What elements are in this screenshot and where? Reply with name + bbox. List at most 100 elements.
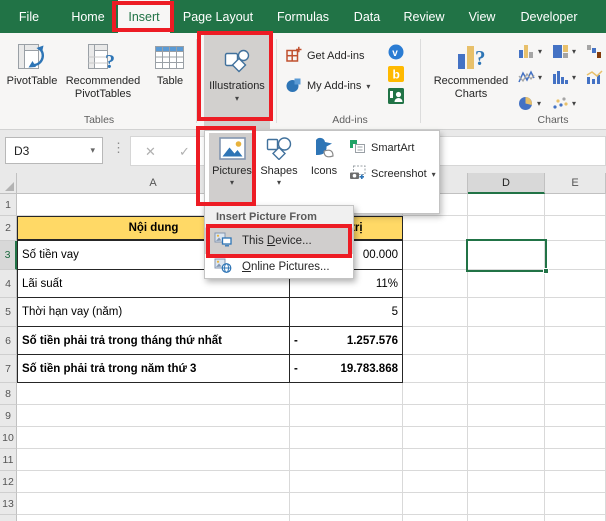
cell-A14[interactable]: [17, 515, 290, 521]
cell-A6[interactable]: Số tiền phải trả trong tháng thứ nhất: [17, 327, 290, 355]
cell-A7[interactable]: Số tiền phải trả trong năm thứ 3: [17, 355, 290, 383]
cell-E14[interactable]: [545, 515, 606, 521]
menu-item-this-device[interactable]: This Device...: [205, 228, 353, 254]
cell-C4[interactable]: [403, 270, 468, 298]
cell-B7[interactable]: -19.783.868: [290, 355, 403, 383]
cell-E8[interactable]: [545, 383, 606, 405]
cell-D11[interactable]: [468, 449, 545, 471]
cell-D13[interactable]: [468, 493, 545, 515]
visio-addin-icon[interactable]: v: [388, 44, 404, 60]
cell-E9[interactable]: [545, 405, 606, 427]
cell-C13[interactable]: [403, 493, 468, 515]
column-header-D[interactable]: D: [468, 173, 545, 194]
cell-A5[interactable]: Thời hạn vay (năm): [17, 298, 290, 327]
ribbon-tab-formulas[interactable]: Formulas: [266, 0, 340, 33]
ribbon-tab-page-layout[interactable]: Page Layout: [170, 0, 266, 33]
get-addins-button[interactable]: Get Add-ins: [285, 46, 364, 66]
row-header-2[interactable]: 2: [0, 216, 17, 241]
ribbon-tab-insert[interactable]: Insert: [118, 0, 170, 33]
cell-D7[interactable]: [468, 355, 545, 383]
cell-E7[interactable]: [545, 355, 606, 383]
cell-E3[interactable]: [545, 241, 606, 270]
cell-A13[interactable]: [17, 493, 290, 515]
row-header-4[interactable]: 4: [0, 270, 17, 298]
row-header-11[interactable]: 11: [0, 449, 17, 471]
row-header-12[interactable]: 12: [0, 471, 17, 493]
row-header-1[interactable]: 1: [0, 194, 17, 216]
recommended-pivottables-button[interactable]: ? Recommended PivotTables: [58, 40, 148, 100]
insert-column-chart-button[interactable]: ▾: [518, 44, 542, 59]
cell-B5[interactable]: 5: [290, 298, 403, 327]
insert-line-chart-button[interactable]: ▾: [518, 70, 542, 85]
cell-E6[interactable]: [545, 327, 606, 355]
insert-hierarchy-chart-button[interactable]: ▾: [552, 44, 576, 59]
ribbon-tab-data[interactable]: Data: [340, 0, 394, 33]
name-box[interactable]: D3 ▾: [5, 137, 103, 164]
pictures-menu-button[interactable]: Pictures ▾: [209, 133, 255, 211]
cell-C8[interactable]: [403, 383, 468, 405]
enter-icon[interactable]: ✓: [179, 144, 190, 160]
cell-D5[interactable]: [468, 298, 545, 327]
cell-C7[interactable]: [403, 355, 468, 383]
cell-B10[interactable]: [290, 427, 403, 449]
cell-A10[interactable]: [17, 427, 290, 449]
cell-B6[interactable]: -1.257.576: [290, 327, 403, 355]
cell-E11[interactable]: [545, 449, 606, 471]
fill-handle[interactable]: [543, 268, 549, 274]
insert-combo-chart-button[interactable]: ▾: [586, 70, 606, 85]
insert-histogram-chart-button[interactable]: ▾: [552, 70, 576, 85]
people-graph-addin-icon[interactable]: [388, 88, 404, 104]
cell-E1[interactable]: [545, 194, 606, 216]
cell-D4[interactable]: [468, 270, 545, 298]
cell-B11[interactable]: [290, 449, 403, 471]
cell-E12[interactable]: [545, 471, 606, 493]
icons-menu-button[interactable]: Icons: [303, 133, 345, 211]
cancel-icon[interactable]: ✕: [145, 144, 156, 160]
cell-E13[interactable]: [545, 493, 606, 515]
recommended-charts-button[interactable]: ? Recommended Charts: [428, 40, 514, 100]
cell-C12[interactable]: [403, 471, 468, 493]
cell-D9[interactable]: [468, 405, 545, 427]
ribbon-tab-home[interactable]: Home: [58, 0, 118, 33]
cell-A11[interactable]: [17, 449, 290, 471]
cell-D14[interactable]: [468, 515, 545, 521]
ribbon-tab-view[interactable]: View: [454, 0, 510, 33]
row-header-10[interactable]: 10: [0, 427, 17, 449]
row-header-9[interactable]: 9: [0, 405, 17, 427]
illustrations-button[interactable]: Illustrations ▾: [204, 35, 270, 130]
cell-D8[interactable]: [468, 383, 545, 405]
pivottable-button[interactable]: PivotTable: [6, 40, 58, 88]
cell-B12[interactable]: [290, 471, 403, 493]
ribbon-tab-help[interactable]: Help: [588, 0, 606, 33]
cell-E4[interactable]: [545, 270, 606, 298]
ribbon-tab-review[interactable]: Review: [394, 0, 454, 33]
row-header-5[interactable]: 5: [0, 298, 17, 327]
cell-D10[interactable]: [468, 427, 545, 449]
menu-item-online-pictures[interactable]: Online Pictures...: [205, 254, 353, 280]
table-button[interactable]: Table: [148, 40, 192, 88]
my-addins-button[interactable]: My Add-ins ▾: [285, 76, 370, 96]
column-header-E[interactable]: E: [545, 173, 606, 194]
row-header-7[interactable]: 7: [0, 355, 17, 383]
screenshot-menu-button[interactable]: Screenshot ▾: [349, 165, 436, 183]
shapes-menu-button[interactable]: Shapes ▾: [257, 133, 301, 211]
ribbon-tab-developer[interactable]: Developer: [510, 0, 588, 33]
cell-D6[interactable]: [468, 327, 545, 355]
row-header-8[interactable]: 8: [0, 383, 17, 405]
cell-C14[interactable]: [403, 515, 468, 521]
cell-C10[interactable]: [403, 427, 468, 449]
smartart-menu-button[interactable]: SmartArt: [349, 139, 414, 157]
select-all-corner[interactable]: [0, 173, 17, 194]
cell-B14[interactable]: [290, 515, 403, 521]
insert-scatter-chart-button[interactable]: ▾: [552, 96, 576, 111]
cell-C2[interactable]: [403, 216, 468, 241]
row-header-3[interactable]: 3: [0, 241, 17, 270]
cell-C5[interactable]: [403, 298, 468, 327]
row-header-14[interactable]: 14: [0, 515, 17, 521]
cell-E10[interactable]: [545, 427, 606, 449]
cell-E2[interactable]: [545, 216, 606, 241]
cell-E5[interactable]: [545, 298, 606, 327]
cell-C3[interactable]: [403, 241, 468, 270]
insert-waterfall-chart-button[interactable]: ▾: [586, 44, 606, 59]
cell-D12[interactable]: [468, 471, 545, 493]
